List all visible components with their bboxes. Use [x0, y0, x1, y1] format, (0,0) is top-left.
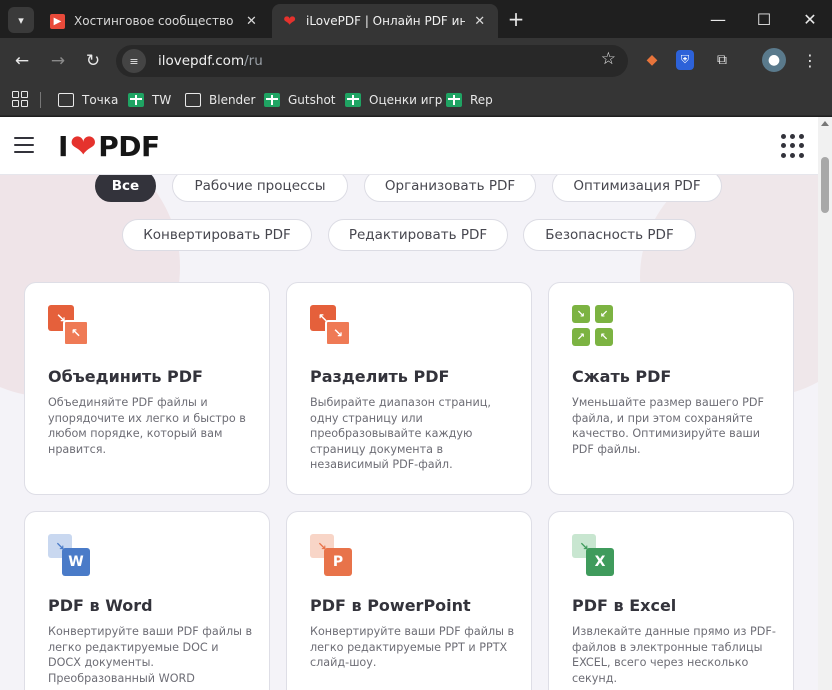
bookmark-label: Rep — [470, 93, 493, 107]
tool-title: Объединить PDF — [48, 367, 203, 386]
tool-card-pdf-to-word[interactable]: ↘ W PDF в Word Конвертируйте ваши PDF фа… — [24, 511, 270, 690]
close-icon[interactable]: ✕ — [471, 12, 488, 30]
tool-title: PDF в PowerPoint — [310, 596, 471, 615]
logo-text-start: I — [58, 129, 68, 163]
scrollbar-thumb[interactable] — [821, 157, 829, 213]
bookmark-blender[interactable]: Blender — [185, 89, 256, 111]
filter-edit[interactable]: Редактировать PDF — [328, 219, 508, 251]
browser-tab-bar: ▾ ▶ Хостинговое сообщество «Tim ✕ ❤ iLov… — [0, 0, 832, 38]
excel-badge: X — [586, 548, 614, 576]
site-header: I ❤ PDF — [0, 117, 818, 175]
minimize-button[interactable]: — — [698, 5, 738, 33]
scroll-up-arrow-icon[interactable] — [821, 121, 829, 126]
tab-search-button[interactable]: ▾ — [8, 7, 34, 33]
bookmark-star-icon[interactable]: ☆ — [601, 49, 616, 69]
profile-avatar[interactable]: ● — [762, 48, 786, 72]
apps-dots-menu-icon[interactable] — [781, 134, 805, 158]
tool-card-pdf-to-excel[interactable]: ↘ X PDF в Excel Извлекайте данные прямо … — [548, 511, 794, 690]
forward-button[interactable]: → — [45, 48, 71, 74]
tool-card-pdf-to-powerpoint[interactable]: ↘ P PDF в PowerPoint Конвертируйте ваши … — [286, 511, 532, 690]
sheets-icon — [264, 93, 280, 107]
bookmark-ocenki-igr[interactable]: Оценки игр — [345, 89, 442, 111]
compress-pdf-icon: ↘ ↙ ↗ ↖ — [572, 305, 614, 347]
tool-card-split[interactable]: ↖ ↘ Разделить PDF Выбирайте диапазон стр… — [286, 282, 532, 495]
tool-description: Выбирайте диапазон страниц, одну страниц… — [310, 396, 491, 471]
powerpoint-badge: P — [324, 548, 352, 576]
tool-description: Уменьшайте размер вашего PDF файла, и пр… — [572, 396, 764, 456]
browser-toolbar: ← → ↻ ≡ ilovepdf.com/ru ☆ ◆ ⛨ ⧉ ● ⋮ — [0, 38, 832, 84]
bookmark-label: Точка — [82, 93, 119, 107]
page-scrollbar[interactable] — [818, 117, 832, 690]
tool-description: Конвертируйте ваши PDF файлы в легко ред… — [310, 625, 515, 669]
bookmarks-divider — [40, 92, 41, 108]
extensions-puzzle-icon[interactable]: ⧉ — [710, 48, 734, 72]
close-icon[interactable]: ✕ — [243, 12, 260, 30]
tab-timeweb[interactable]: ▶ Хостинговое сообщество «Tim ✕ — [40, 4, 270, 38]
address-bar[interactable]: ≡ ilovepdf.com/ru ☆ — [116, 45, 628, 77]
tool-description: Объединяйте PDF файлы и упорядочите их л… — [48, 396, 246, 456]
bookmark-tw[interactable]: TW — [128, 89, 171, 111]
url-path: /ru — [244, 53, 263, 69]
bookmark-label: Оценки игр — [369, 93, 443, 107]
tool-title: PDF в Word — [48, 596, 153, 615]
logo-heart-icon: ❤ — [69, 127, 97, 165]
merge-pdf-icon: ↘ ↖ — [48, 305, 90, 347]
word-badge: W — [62, 548, 90, 576]
sheets-icon — [446, 93, 462, 107]
url-text[interactable]: ilovepdf.com/ru — [158, 53, 263, 69]
tool-description: Конвертируйте ваши PDF файлы в легко ред… — [48, 625, 253, 685]
metamask-extension-icon[interactable]: ◆ — [640, 48, 664, 72]
bookmark-tochka[interactable]: Точка — [58, 89, 118, 111]
reload-button[interactable]: ↻ — [80, 48, 106, 74]
site-info-icon[interactable]: ≡ — [122, 49, 146, 73]
page-viewport: I ❤ PDF Все Рабочие процессы Организоват… — [0, 117, 818, 690]
tool-title: PDF в Excel — [572, 596, 677, 615]
bookmark-label: TW — [152, 93, 172, 107]
split-pdf-icon: ↖ ↘ — [310, 305, 352, 347]
sheets-icon — [345, 93, 361, 107]
new-tab-button[interactable]: + — [505, 7, 527, 31]
logo-text-end: PDF — [98, 129, 160, 163]
bookmark-label: Blender — [209, 93, 256, 107]
back-button[interactable]: ← — [9, 48, 35, 74]
bookmarks-bar: Точка TW Blender Gutshot Оценки игр Rep — [0, 84, 832, 116]
maximize-button[interactable]: ☐ — [744, 5, 784, 33]
tool-title: Сжать PDF — [572, 367, 672, 386]
pdf-to-word-icon: ↘ W — [48, 534, 90, 576]
hamburger-menu-icon[interactable] — [14, 137, 34, 153]
pdf-to-excel-icon: ↘ X — [572, 534, 614, 576]
browser-menu-icon[interactable]: ⋮ — [798, 48, 822, 72]
filter-security[interactable]: Безопасность PDF — [523, 219, 696, 251]
bookmark-gutshot[interactable]: Gutshot — [264, 89, 336, 111]
timeweb-icon: ▶ — [50, 13, 65, 29]
tab-title: iLovePDF | Онлайн PDF инстру — [306, 14, 466, 28]
tab-title: Хостинговое сообщество «Tim — [74, 14, 237, 28]
bookmark-label: Gutshot — [288, 93, 336, 107]
tool-card-compress[interactable]: ↘ ↙ ↗ ↖ Сжать PDF Уменьшайте размер ваше… — [548, 282, 794, 495]
sheets-icon — [128, 93, 144, 107]
ilovepdf-heart-icon: ❤ — [283, 12, 296, 30]
tab-ilovepdf[interactable]: ❤ iLovePDF | Онлайн PDF инстру ✕ — [272, 4, 498, 38]
tool-title: Разделить PDF — [310, 367, 450, 386]
apps-grid-icon[interactable] — [12, 91, 28, 107]
tool-description: Извлекайте данные прямо из PDF-файлов в … — [572, 625, 776, 685]
ilovepdf-logo[interactable]: I ❤ PDF — [58, 129, 160, 163]
url-host: ilovepdf.com — [158, 53, 245, 69]
folder-icon — [185, 93, 201, 107]
tool-card-merge[interactable]: ↘ ↖ Объединить PDF Объединяйте PDF файлы… — [24, 282, 270, 495]
folder-icon — [58, 93, 74, 107]
bookmark-rep[interactable]: Rep — [446, 89, 493, 111]
window-close-button[interactable]: ✕ — [790, 5, 830, 33]
filter-convert[interactable]: Конвертировать PDF — [122, 219, 312, 251]
pdf-to-powerpoint-icon: ↘ P — [310, 534, 352, 576]
bitwarden-extension-icon[interactable]: ⛨ — [676, 50, 694, 70]
